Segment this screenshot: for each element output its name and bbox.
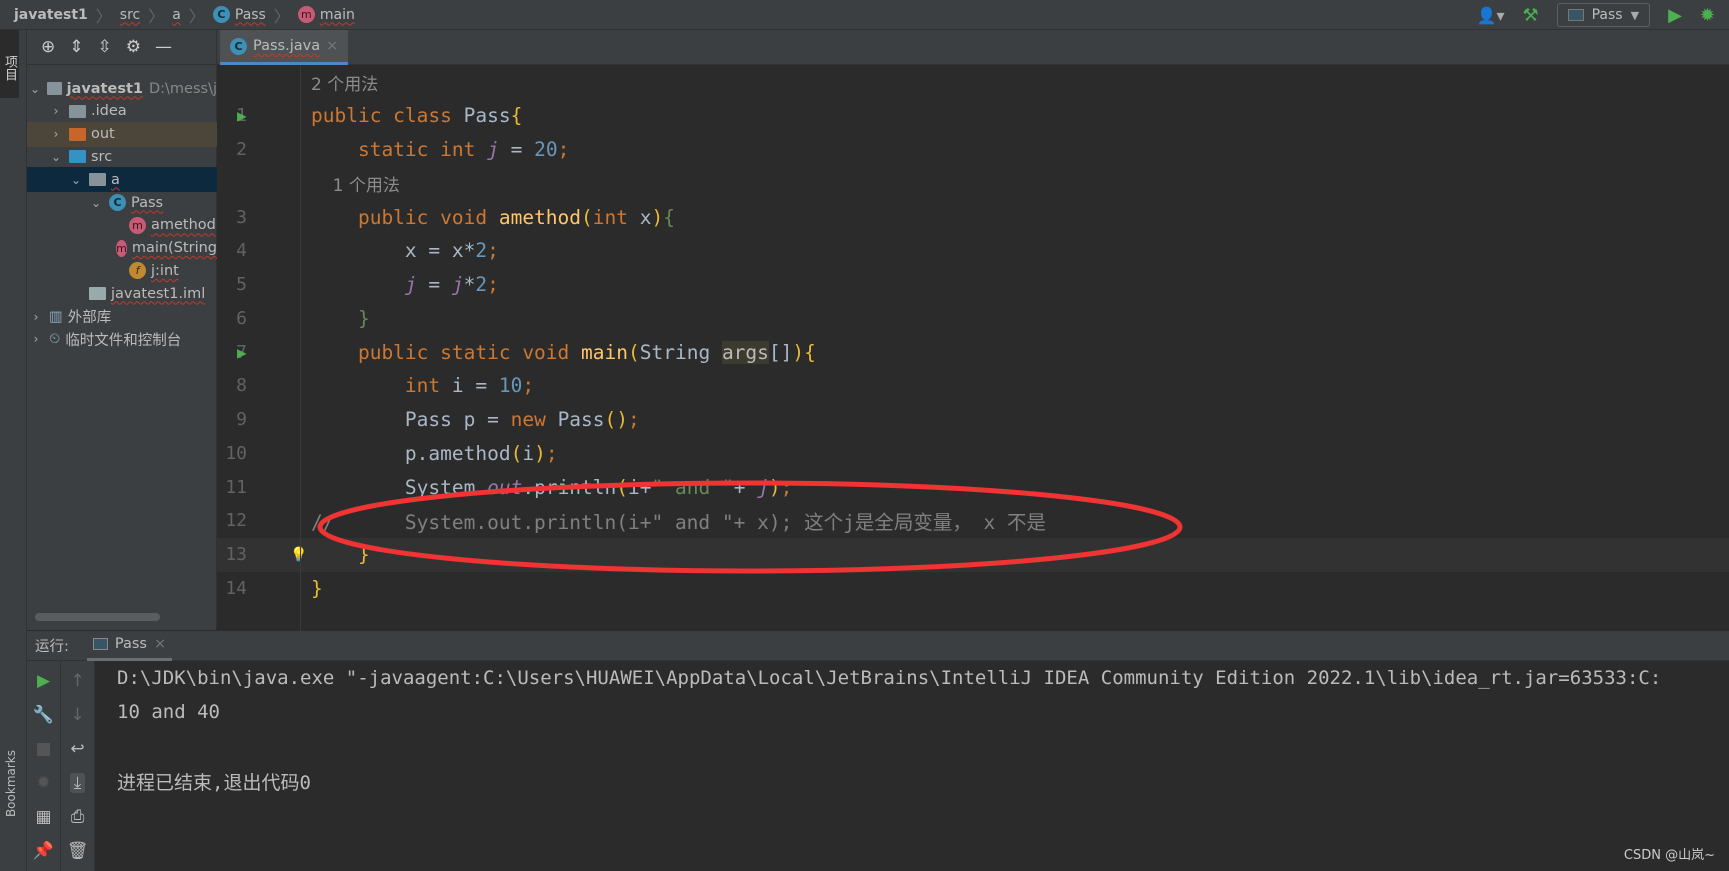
run-toolbar-primary: ▶ 🔧 ■ ✹ ▦ 📌 [27, 661, 61, 871]
arrow-down-icon[interactable]: ↓ [70, 705, 84, 725]
run-panel-header: 运行: Pass × [27, 631, 1729, 661]
rerun-icon[interactable]: ▶ [37, 671, 50, 691]
close-icon[interactable]: × [154, 636, 166, 652]
console-line: 进程已结束,退出代码0 [117, 771, 311, 794]
debug-bug-icon[interactable]: ✹ [36, 773, 50, 793]
console-icon [92, 638, 108, 650]
pin-icon[interactable]: 📌 [33, 841, 54, 861]
wrench-icon[interactable]: 🔧 [33, 705, 54, 725]
arrow-up-icon[interactable]: ↑ [70, 671, 84, 691]
run-tab-label: Pass [114, 636, 147, 652]
console-line: D:\JDK\bin\java.exe "-javaagent:C:\Users… [117, 667, 1662, 689]
run-tab-pass[interactable]: Pass × [86, 631, 173, 661]
soft-wrap-icon[interactable]: ↩ [70, 739, 84, 759]
print-icon[interactable]: ⎙ [71, 807, 85, 827]
scroll-to-end-icon[interactable]: ⤓ [69, 773, 86, 793]
stop-icon[interactable]: ■ [35, 739, 51, 759]
run-toolbar-secondary: ↑ ↓ ↩ ⤓ ⎙ 🗑 [61, 661, 95, 871]
trash-icon[interactable]: 🗑 [67, 841, 89, 861]
console-line: 10 and 40 [117, 700, 220, 723]
layout-icon[interactable]: ▦ [35, 807, 51, 827]
watermark: CSDN @山岚~ [1623, 848, 1715, 863]
run-panel: 运行: Pass × ▶ 🔧 ■ ✹ ▦ 📌 ↑ ↓ ↩ ⤓ ⎙ 🗑 D:\JDK… [27, 631, 1729, 871]
run-label: 运行: [35, 639, 69, 655]
red-circle-annotation [317, 480, 1183, 574]
